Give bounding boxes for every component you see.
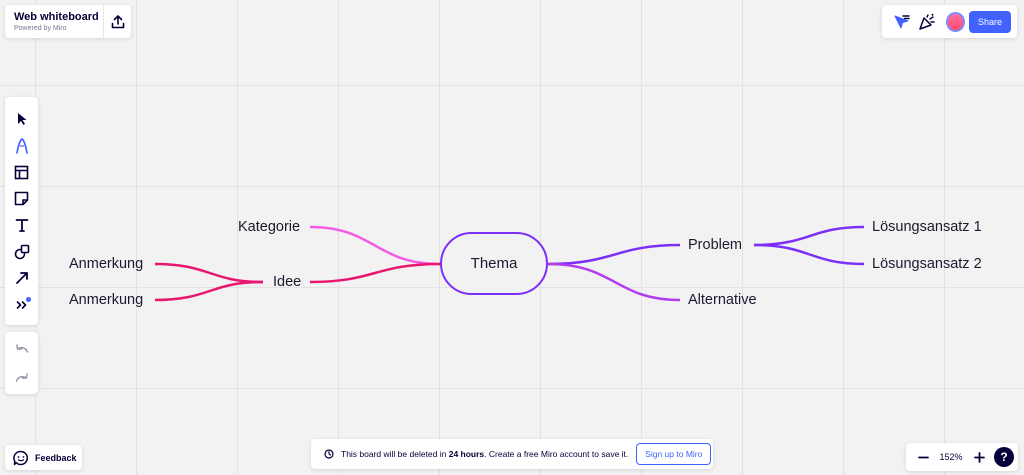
notice-text-before: This board will be deleted in [341, 449, 449, 459]
zoom-controls: 152% ? [906, 443, 1018, 471]
notice-text-after: . Create a free Miro account to save it. [484, 449, 629, 459]
template-tool[interactable] [5, 159, 38, 186]
connector-idee [309, 262, 441, 284]
redo-button[interactable] [5, 363, 38, 392]
node-kategorie[interactable]: Kategorie [238, 220, 300, 235]
celebrate-button[interactable] [915, 9, 940, 35]
feedback-button[interactable]: Feedback [5, 445, 82, 470]
top-right-toolbar: Share [882, 5, 1017, 38]
signup-button[interactable]: Sign up to Miro [636, 443, 712, 465]
more-tools[interactable] [5, 292, 38, 319]
connector-loesung-1 [753, 225, 865, 247]
left-toolbar [5, 97, 38, 325]
help-button[interactable]: ? [994, 447, 1014, 467]
board-title[interactable]: Web whiteboard [14, 11, 103, 23]
sticky-note-icon [14, 191, 29, 206]
connector-kategorie [309, 225, 441, 266]
board-header: Web whiteboard Powered by Miro [5, 5, 131, 38]
text-icon [15, 219, 28, 233]
shapes-tool[interactable] [5, 239, 38, 266]
connector-anmerkung-1 [154, 262, 264, 284]
zoom-level[interactable]: 152% [934, 452, 968, 462]
board-titles: Web whiteboard Powered by Miro [5, 11, 103, 32]
cursor-filter-button[interactable] [890, 9, 915, 35]
chat-bubble-icon [13, 450, 29, 465]
minus-icon [917, 456, 929, 458]
sticky-note-tool[interactable] [5, 186, 38, 213]
node-problem[interactable]: Problem [688, 238, 742, 253]
zoom-in-button[interactable] [968, 446, 990, 468]
shapes-icon [14, 244, 29, 260]
node-anmerkung-2[interactable]: Anmerkung [69, 293, 143, 308]
share-button[interactable]: Share [968, 10, 1011, 33]
pen-tool[interactable] [5, 133, 38, 160]
arrow-icon [15, 272, 28, 285]
node-idee[interactable]: Idee [273, 275, 301, 290]
celebrate-icon [919, 13, 935, 30]
cursor-filter-icon [894, 14, 911, 28]
node-loesung-2[interactable]: Lösungsansatz 2 [872, 257, 982, 272]
feedback-label: Feedback [35, 452, 77, 463]
node-loesung-1[interactable]: Lösungsansatz 1 [872, 220, 982, 235]
zoom-out-button[interactable] [912, 446, 934, 468]
notice-text: This board will be deleted in 24 hours. … [341, 449, 628, 459]
redo-icon [15, 372, 28, 382]
history-toolbar [5, 332, 38, 394]
clock-icon [324, 449, 334, 459]
pen-icon [15, 137, 28, 154]
connector-anmerkung-2 [154, 280, 264, 302]
text-tool[interactable] [5, 212, 38, 239]
more-icon [16, 300, 26, 309]
connector-loesung-2 [753, 243, 865, 266]
upload-icon [111, 14, 124, 28]
node-alternative[interactable]: Alternative [688, 293, 757, 308]
deletion-notice: This board will be deleted in 24 hours. … [311, 439, 713, 469]
help-icon: ? [1000, 450, 1008, 464]
connector-alternative [547, 262, 681, 302]
notice-text-bold: 24 hours [448, 449, 485, 459]
connector-problem [547, 243, 681, 266]
template-icon [14, 165, 29, 180]
select-tool[interactable] [5, 106, 38, 133]
undo-icon [15, 343, 28, 353]
arrow-tool[interactable] [5, 265, 38, 292]
plus-icon [973, 451, 985, 463]
select-icon [17, 113, 26, 126]
node-anmerkung-1[interactable]: Anmerkung [69, 257, 143, 272]
board-subtitle: Powered by Miro [14, 24, 67, 32]
export-button[interactable] [103, 5, 131, 38]
notification-dot [26, 296, 31, 302]
undo-button[interactable] [5, 334, 38, 363]
central-topic[interactable]: Thema [440, 232, 548, 295]
user-avatar[interactable] [945, 11, 965, 32]
